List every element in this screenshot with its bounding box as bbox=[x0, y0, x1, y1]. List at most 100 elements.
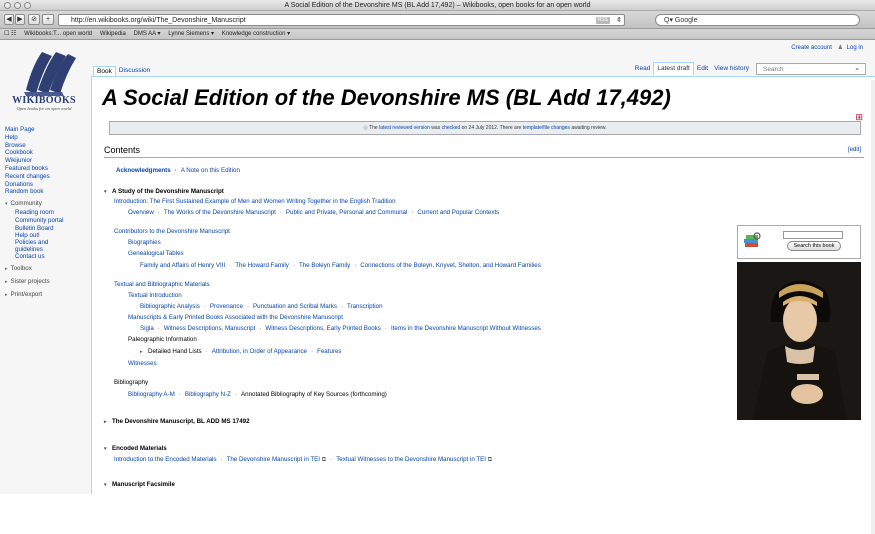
toc-link[interactable]: Witness Descriptions, Manuscript bbox=[164, 325, 255, 332]
create-account-link[interactable]: Create account bbox=[791, 45, 832, 51]
sidebar-item-community-portal[interactable]: Community portal bbox=[3, 217, 88, 225]
toc-link[interactable]: A Note on this Edition bbox=[181, 167, 240, 174]
sidebar-section-community[interactable]: ▾ Community bbox=[3, 200, 88, 209]
bookmarks-icon[interactable]: ☐ ☷ bbox=[4, 31, 16, 37]
search-book-box: Search this book bbox=[737, 225, 861, 259]
sidebar-section-toolbox[interactable]: ▸ Toolbox bbox=[3, 265, 88, 274]
toc-link[interactable]: The Works of the Devonshire Manuscript bbox=[164, 209, 276, 216]
toc-link[interactable]: Acknowledgments bbox=[116, 167, 171, 174]
toc-link[interactable]: Current and Popular Contexts bbox=[417, 209, 499, 216]
toc-link[interactable]: Punctuation and Scribal Marks bbox=[253, 303, 337, 310]
toc-link[interactable]: Transcription bbox=[347, 303, 383, 310]
forward-button[interactable]: ▶ bbox=[15, 14, 25, 25]
bookmark-item[interactable]: Wikipedia bbox=[100, 31, 126, 37]
tab-read[interactable]: Read bbox=[632, 63, 654, 75]
toc-link[interactable]: Introduction: The First Sustained Exampl… bbox=[114, 198, 396, 205]
toc-link[interactable]: Provenance bbox=[210, 303, 243, 310]
sidebar-section-print-export[interactable]: ▸ Print/export bbox=[3, 291, 88, 300]
toc-link[interactable]: Bibliography N-Z bbox=[185, 391, 231, 398]
toc-link[interactable]: Genealogical Tables bbox=[128, 250, 184, 257]
chevron-right-icon[interactable]: ▸ bbox=[140, 349, 148, 355]
bookmark-item[interactable]: Lynne Siemens ▾ bbox=[168, 31, 214, 37]
toc-link[interactable]: Witnesses bbox=[128, 360, 157, 367]
search-book-button[interactable]: Search this book bbox=[787, 241, 841, 251]
toc-link[interactable]: Bibliographic Analysis bbox=[140, 303, 200, 310]
toc-link[interactable]: Introduction to the Encoded Materials bbox=[114, 456, 217, 463]
bookmark-item[interactable]: DMS AA ▾ bbox=[134, 31, 161, 37]
scrollbar[interactable] bbox=[871, 80, 875, 534]
back-button[interactable]: ◀ bbox=[4, 14, 14, 25]
toc-link[interactable]: Contributors to the Devonshire Manuscrip… bbox=[114, 228, 230, 235]
toc-link[interactable]: The Devonshire Manuscript in TEI bbox=[227, 456, 320, 463]
edit-link[interactable]: [edit] bbox=[848, 147, 861, 153]
sidebar-item-recent-changes[interactable]: Recent changes bbox=[3, 173, 88, 181]
toc-link[interactable]: Sigla bbox=[140, 325, 154, 332]
window-controls[interactable] bbox=[4, 2, 31, 9]
toc-link[interactable]: Textual Introduction bbox=[128, 292, 182, 299]
toc-section-facsimile[interactable]: ▾ Manuscript Facsimile bbox=[104, 481, 175, 488]
main-content: A Social Edition of the Devonshire MS (B… bbox=[91, 76, 875, 494]
toc-link[interactable]: Attribution, in Order of Appearance bbox=[212, 348, 307, 355]
sidebar-item-browse[interactable]: Browse bbox=[3, 142, 88, 150]
toc-link[interactable]: Overview bbox=[128, 209, 154, 216]
toc-link[interactable]: Public and Private, Personal and Communa… bbox=[286, 209, 407, 216]
chevron-down-icon: ▾ bbox=[5, 201, 8, 208]
external-link-icon: ⧉ bbox=[486, 456, 493, 463]
toc-link[interactable]: Family and Affairs of Henry VIII bbox=[140, 262, 225, 269]
bookmark-item[interactable]: Wikibooks:T... open world bbox=[24, 31, 92, 37]
toc-line: Sigla · Witness Descriptions, Manuscript · W… bbox=[140, 325, 541, 332]
toc-link[interactable]: Manuscripts & Early Printed Books Associ… bbox=[128, 314, 343, 321]
checked-link[interactable]: checked bbox=[442, 125, 461, 131]
toc-link[interactable]: Bibliography A-M bbox=[128, 391, 175, 398]
minimize-window-button[interactable] bbox=[14, 2, 21, 9]
toc-link[interactable]: Witness Descriptions, Early Printed Book… bbox=[265, 325, 381, 332]
sidebar-item-reading-room[interactable]: Reading room bbox=[3, 209, 88, 217]
rss-icon[interactable]: RSS bbox=[595, 17, 610, 24]
sidebar-section-sister-projects[interactable]: ▸ Sister projects bbox=[3, 278, 88, 287]
add-bookmark-icon[interactable]: + bbox=[42, 14, 54, 25]
sidebar-item-featured-books[interactable]: Featured books bbox=[3, 165, 88, 173]
toc-link[interactable]: Textual Witnesses to the Devonshire Manu… bbox=[336, 456, 486, 463]
search-book-input[interactable] bbox=[783, 231, 843, 239]
toc-line: Introduction to the Encoded Materials · Th… bbox=[114, 456, 493, 463]
template-changes-link[interactable]: template/file changes bbox=[523, 125, 570, 131]
address-bar[interactable]: http://en.wikibooks.org/wiki/The_Devonsh… bbox=[58, 14, 625, 26]
bookmark-item[interactable]: Knowledge construction ▾ bbox=[222, 31, 290, 37]
bookmarks-bar: ☐ ☷ Wikibooks:T... open world Wikipedia … bbox=[0, 29, 875, 40]
close-window-button[interactable] bbox=[4, 2, 11, 9]
login-link[interactable]: Log in bbox=[847, 45, 863, 51]
toc-section-encoded[interactable]: ▾ Encoded Materials bbox=[104, 445, 167, 452]
tab-edit[interactable]: Edit bbox=[694, 63, 711, 75]
tab-view-history[interactable]: View history bbox=[711, 63, 752, 75]
wiki-search-input[interactable]: Search ⌕ bbox=[756, 62, 866, 76]
sidebar-item-cookbook[interactable]: Cookbook bbox=[3, 149, 88, 157]
reload-icon[interactable]: ¢ bbox=[617, 15, 621, 26]
toc-section-study[interactable]: ▾ A Study of the Devonshire Manuscript bbox=[104, 188, 224, 195]
toc-link[interactable]: The Boleyn Family bbox=[299, 262, 350, 269]
sidebar-item-main-page[interactable]: Main Page bbox=[3, 126, 88, 134]
sidebar-item-policies[interactable]: Policies and guidelines bbox=[3, 239, 73, 253]
stop-icon[interactable]: ⊘ bbox=[28, 14, 40, 25]
toc-link[interactable]: Biographies bbox=[128, 239, 161, 246]
tab-latest-draft[interactable]: Latest draft bbox=[653, 62, 694, 75]
sidebar-item-wikijunior[interactable]: Wikijunior bbox=[3, 157, 88, 165]
sidebar-item-help[interactable]: Help bbox=[3, 134, 88, 142]
zoom-window-button[interactable] bbox=[24, 2, 31, 9]
sidebar-item-random-book[interactable]: Random book bbox=[3, 188, 88, 196]
toc-link[interactable]: Features bbox=[317, 348, 341, 355]
toc-section-devms[interactable]: ▸ The Devonshire Manuscript, BL ADD MS 17… bbox=[104, 418, 250, 425]
contents-heading: Contents bbox=[104, 145, 141, 155]
google-search-field[interactable]: Q▾ Google bbox=[655, 14, 860, 26]
toc-link[interactable]: The Howard Family bbox=[235, 262, 289, 269]
sidebar-item-bulletin-board[interactable]: Bulletin Board bbox=[3, 225, 88, 233]
toc-link[interactable]: Textual and Bibliographic Materials bbox=[114, 281, 210, 288]
logo-wordmark: WIKIBOOKS bbox=[12, 95, 76, 106]
wikibooks-logo[interactable] bbox=[18, 46, 78, 124]
search-icon[interactable]: ⌕ bbox=[852, 64, 862, 76]
sidebar-item-donations[interactable]: Donations bbox=[3, 181, 88, 189]
toc-link[interactable]: Connections of the Boleyn, Knyvet, Shelt… bbox=[360, 262, 541, 269]
toc-link[interactable]: Detailed Hand Lists bbox=[148, 348, 202, 355]
latest-reviewed-link[interactable]: latest reviewed version bbox=[379, 125, 430, 131]
sidebar-item-contact-us[interactable]: Contact us bbox=[3, 253, 88, 261]
toc-link[interactable]: Items in the Devonshire Manuscript Witho… bbox=[391, 325, 541, 332]
